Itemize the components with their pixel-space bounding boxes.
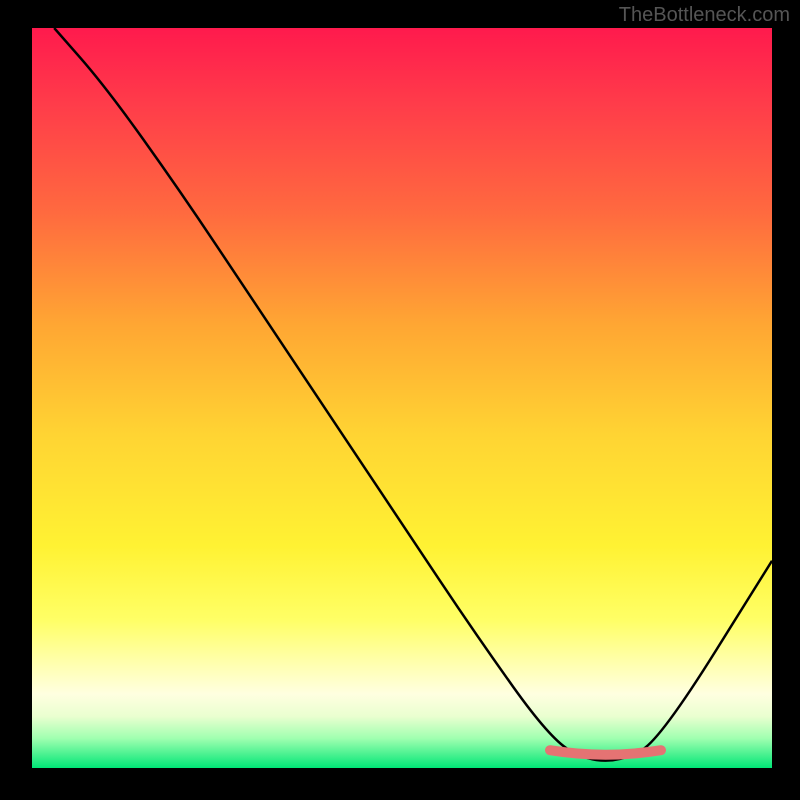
chart-flat-marker (550, 750, 661, 755)
chart-curve-line (54, 28, 772, 761)
watermark-text: TheBottleneck.com (619, 4, 790, 27)
chart-svg (32, 28, 772, 768)
chart-plot-area (32, 28, 772, 768)
